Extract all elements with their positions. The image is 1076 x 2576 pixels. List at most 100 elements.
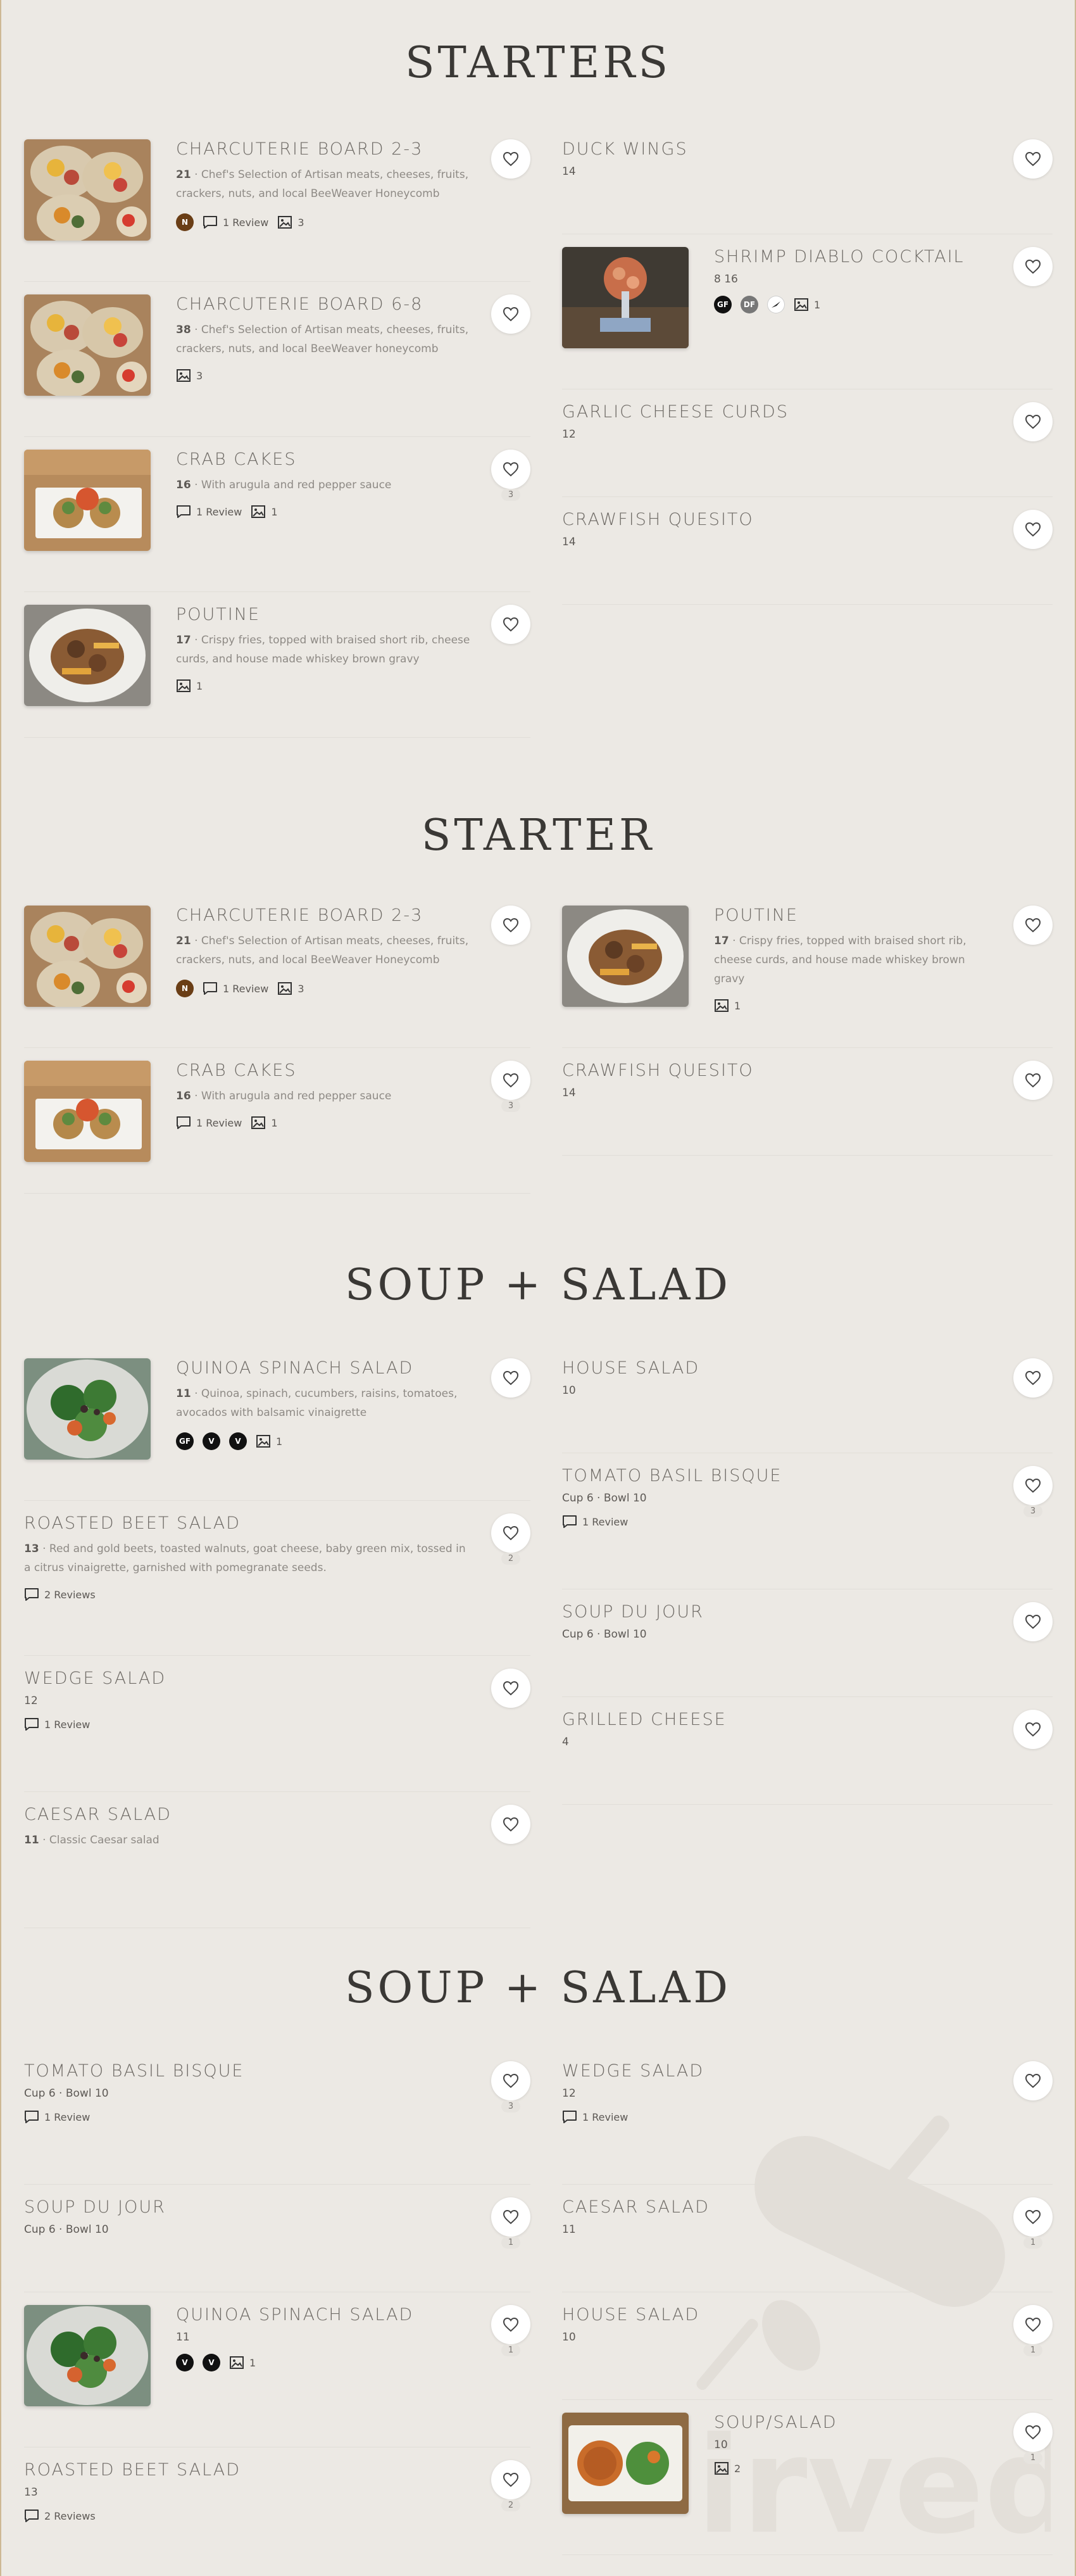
favorite-button[interactable] [491,1358,530,1398]
favorite-button[interactable] [491,450,530,489]
favorite-button[interactable] [1013,1061,1053,1100]
favorite-button[interactable] [1013,1466,1053,1505]
item-name[interactable]: CAESAR SALAD [562,2197,996,2217]
item-name[interactable]: DUCK WINGS [562,139,996,159]
menu-item[interactable]: POUTINE 17 · Crispy fries, topped with br… [562,906,1053,1048]
item-photo[interactable] [24,605,151,706]
menu-item[interactable]: CRAB CAKES 16 · With arugula and red pepp… [24,1061,530,1194]
menu-item[interactable]: WEDGE SALAD 12 1 Review [562,2061,1053,2185]
favorite-button[interactable] [1013,2197,1053,2237]
item-name[interactable]: SOUP/SALAD [714,2413,996,2432]
favorite-button[interactable] [491,1669,530,1708]
favorite-button[interactable] [491,294,530,334]
item-photo[interactable] [24,1358,151,1460]
menu-item[interactable]: HOUSE SALAD 10 [562,1358,1053,1453]
item-photo[interactable] [562,2413,689,2514]
menu-item[interactable]: QUINOA SPINACH SALAD 11 · Quinoa, spinach… [24,1358,530,1501]
menu-item[interactable]: SHRIMP DIABLO COCKTAIL 8 16 GF DF 1 [562,247,1053,389]
reviews-link[interactable]: 1 Review [203,215,268,229]
reviews-link[interactable]: 1 Review [203,982,268,995]
photos-link[interactable]: 1 [229,2356,256,2370]
menu-item[interactable]: GRILLED CHEESE 4 [562,1710,1053,1805]
item-name[interactable]: CRAWFISH QUESITO [562,1061,996,1080]
menu-item[interactable]: CHARCUTERIE BOARD 2-3 21 · Chef's Selecti… [24,906,530,1048]
item-photo[interactable] [24,2305,151,2406]
item-photo[interactable] [24,450,151,551]
item-name[interactable]: TOMATO BASIL BISQUE [562,1466,996,1486]
item-photo[interactable] [24,906,151,1007]
menu-item[interactable]: CRAWFISH QUESITO 14 [562,1061,1053,1156]
favorite-button[interactable] [491,2460,530,2499]
favorite-button[interactable] [1013,1358,1053,1398]
favorite-button[interactable] [491,906,530,945]
item-name[interactable]: GARLIC CHEESE CURDS [562,402,996,422]
favorite-button[interactable] [1013,139,1053,179]
favorite-button[interactable] [491,139,530,179]
photos-link[interactable]: 1 [176,679,203,693]
reviews-link[interactable]: 1 Review [24,1717,90,1731]
menu-item[interactable]: CAESAR SALAD 11 · Classic Caesar salad [24,1805,530,1928]
menu-item[interactable]: POUTINE 17 · Crispy fries, topped with br… [24,605,530,738]
reviews-link[interactable]: 1 Review [176,505,242,519]
favorite-button[interactable] [1013,510,1053,549]
item-name[interactable]: CHARCUTERIE BOARD 2-3 [176,139,473,159]
item-name[interactable]: CRAWFISH QUESITO [562,510,996,529]
item-photo[interactable] [562,906,689,1007]
favorite-button[interactable] [491,2305,530,2344]
item-name[interactable]: SOUP DU JOUR [24,2197,473,2217]
item-name[interactable]: CAESAR SALAD [24,1805,473,1824]
favorite-button[interactable] [1013,402,1053,441]
item-name[interactable]: CRAB CAKES [176,1061,473,1080]
menu-item[interactable]: SOUP DU JOUR Cup 6 · Bowl 10 1 [24,2197,530,2292]
reviews-link[interactable]: 2 Reviews [24,2509,96,2523]
menu-item[interactable]: DUCK WINGS 14 [562,139,1053,234]
menu-item[interactable]: SOUP/SALAD 10 2 1 [562,2413,1053,2555]
item-name[interactable]: SOUP DU JOUR [562,1602,996,1622]
menu-item[interactable]: CHARCUTERIE BOARD 6-8 38 · Chef's Selecti… [24,294,530,437]
item-name[interactable]: TOMATO BASIL BISQUE [24,2061,473,2081]
photos-link[interactable]: 3 [277,982,304,995]
item-name[interactable]: HOUSE SALAD [562,1358,996,1378]
item-photo[interactable] [562,247,689,348]
item-photo[interactable] [24,139,151,241]
item-name[interactable]: SHRIMP DIABLO COCKTAIL [714,247,996,267]
item-photo[interactable] [24,1061,151,1162]
item-name[interactable]: WEDGE SALAD [24,1669,473,1688]
item-name[interactable]: POUTINE [176,605,473,624]
favorite-button[interactable] [491,605,530,644]
reviews-link[interactable]: 1 Review [176,1116,242,1130]
menu-item[interactable]: CHARCUTERIE BOARD 2-3 21 · Chef's Selecti… [24,139,530,282]
item-photo[interactable] [24,294,151,396]
favorite-button[interactable] [1013,1602,1053,1641]
favorite-button[interactable] [1013,906,1053,945]
favorite-button[interactable] [1013,2413,1053,2452]
favorite-button[interactable] [491,1805,530,1844]
reviews-link[interactable]: 2 Reviews [24,1588,96,1601]
item-name[interactable]: HOUSE SALAD [562,2305,996,2325]
reviews-link[interactable]: 1 Review [562,1515,628,1529]
item-name[interactable]: QUINOA SPINACH SALAD [176,1358,473,1378]
menu-item[interactable]: TOMATO BASIL BISQUE Cup 6 · Bowl 10 1 Revi… [24,2061,530,2185]
photos-link[interactable]: 1 [714,999,741,1013]
photos-link[interactable]: 1 [251,1116,278,1130]
menu-item[interactable]: CRAWFISH QUESITO 14 [562,510,1053,605]
item-name[interactable]: WEDGE SALAD [562,2061,996,2081]
photos-link[interactable]: 1 [256,1434,282,1448]
favorite-button[interactable] [1013,2305,1053,2344]
item-name[interactable]: QUINOA SPINACH SALAD [176,2305,473,2325]
photos-link[interactable]: 1 [251,505,278,519]
favorite-button[interactable] [491,1513,530,1553]
item-name[interactable]: CHARCUTERIE BOARD 6-8 [176,294,473,314]
menu-item[interactable]: TOMATO BASIL BISQUE Cup 6 · Bowl 10 1 Revi… [562,1466,1053,1589]
menu-item[interactable]: WEDGE SALAD 12 1 Review [24,1669,530,1792]
photos-link[interactable]: 2 [714,2461,741,2475]
favorite-button[interactable] [491,2197,530,2237]
menu-item[interactable]: HOUSE SALAD 10 1 [562,2305,1053,2400]
photos-link[interactable]: 1 [794,298,820,312]
item-name[interactable]: GRILLED CHEESE [562,1710,996,1729]
menu-item[interactable]: CRAB CAKES 16 · With arugula and red pepp… [24,450,530,592]
photos-link[interactable]: 3 [176,369,203,382]
favorite-button[interactable] [491,2061,530,2100]
item-name[interactable]: ROASTED BEET SALAD [24,2460,473,2480]
favorite-button[interactable] [1013,2061,1053,2100]
